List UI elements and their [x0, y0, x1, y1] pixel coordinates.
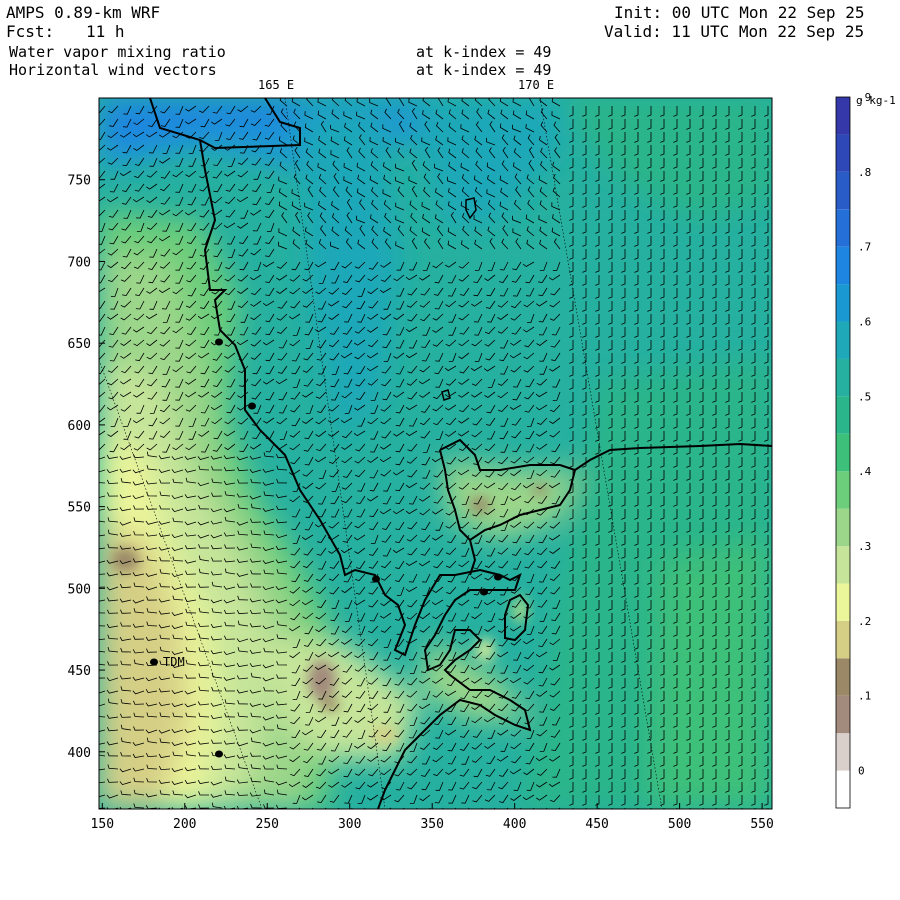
- colorbar-label: .3: [858, 540, 871, 553]
- colorbar-swatch: [836, 396, 850, 434]
- colorbar-label: .4: [858, 465, 872, 478]
- x-tick-label: 150: [91, 817, 114, 832]
- colorbar-swatch: [836, 471, 850, 509]
- colorbar-swatch: [836, 770, 850, 808]
- colorbar-unit: g kg-1: [856, 94, 896, 107]
- x-tick-label: 550: [750, 817, 773, 832]
- wind-barb: [624, 808, 626, 809]
- y-tick-label: 700: [68, 255, 91, 270]
- station-dot: [215, 338, 223, 346]
- colorbar-swatch: [836, 171, 850, 210]
- y-tick-label: 650: [68, 337, 91, 352]
- station-dot: [494, 573, 502, 581]
- colorbar-label: .6: [858, 316, 871, 329]
- station-dot: [248, 402, 256, 410]
- mixing-ratio-field: [99, 98, 772, 809]
- colorbar-swatch: [836, 209, 850, 247]
- wind-barb: [572, 808, 574, 809]
- colorbar: 0.1.2.3.4.5.6.7.8.9: [835, 91, 872, 809]
- x-tick-label: 250: [256, 817, 279, 832]
- colorbar-swatch: [836, 695, 850, 734]
- colorbar-swatch: [836, 508, 850, 547]
- colorbar-label: .7: [858, 241, 871, 254]
- colorbar-swatch: [836, 733, 850, 771]
- wind-barb: [715, 808, 717, 809]
- wind-barb: [741, 808, 743, 809]
- station-dot: [215, 750, 223, 758]
- wind-barb: [728, 808, 730, 809]
- colorbar-swatch: [836, 97, 850, 135]
- colorbar-swatch: [836, 134, 850, 172]
- colorbar-swatch: [836, 246, 850, 285]
- y-tick-label: 600: [68, 419, 91, 434]
- colorbar-swatch: [836, 284, 850, 322]
- x-tick-label: 450: [585, 817, 608, 832]
- colorbar-swatch: [836, 658, 850, 696]
- colorbar-swatch: [836, 583, 850, 621]
- wind-barb: [702, 808, 704, 809]
- y-tick-label: 550: [68, 501, 91, 516]
- y-tick-label: 750: [68, 174, 91, 189]
- colorbar-swatch: [836, 321, 850, 359]
- x-tick-label: 200: [173, 817, 196, 832]
- y-tick-label: 450: [68, 664, 91, 679]
- station-dot: [480, 588, 488, 596]
- wind-barb: [663, 808, 665, 809]
- colorbar-label: .5: [858, 390, 871, 403]
- colorbar-swatch: [836, 433, 850, 472]
- colorbar-label: .2: [858, 615, 871, 628]
- station-dot-tdm: [150, 658, 158, 666]
- wind-barb: [637, 808, 639, 809]
- colorbar-label: .1: [858, 690, 871, 703]
- x-tick-label: 300: [338, 817, 361, 832]
- x-tick-label: 350: [420, 817, 443, 832]
- x-tick-label: 400: [503, 817, 526, 832]
- colorbar-swatch: [836, 546, 850, 584]
- station-label-tdm: TDM: [163, 655, 185, 669]
- colorbar-label: 0: [858, 765, 865, 778]
- y-tick-label: 400: [68, 746, 91, 761]
- map-figure: TDM 150 200 250 300 350 400 450 500 550 750 700 65…: [68, 91, 896, 832]
- y-tick-label: 500: [68, 582, 91, 597]
- wind-barb: [650, 808, 652, 809]
- colorbar-swatch: [836, 620, 850, 659]
- colorbar-label: .8: [858, 166, 871, 179]
- colorbar-swatch: [836, 358, 850, 397]
- station-dot: [372, 575, 380, 583]
- x-tick-label: 500: [668, 817, 691, 832]
